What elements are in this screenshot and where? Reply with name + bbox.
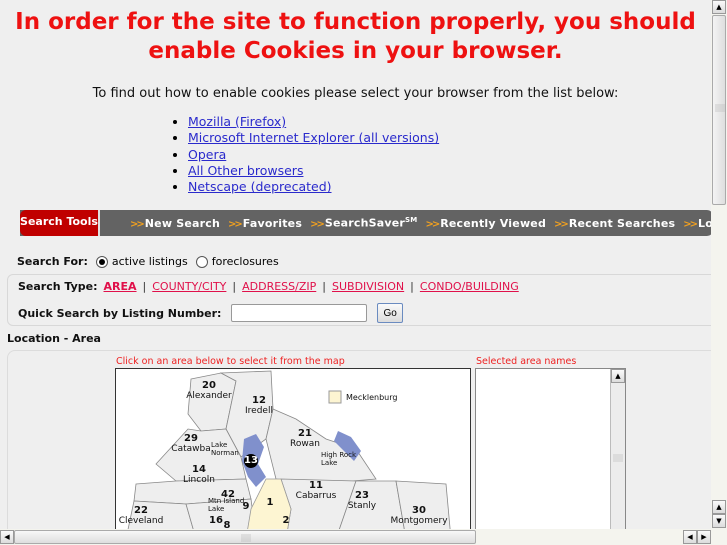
browser-list: Mozilla (Firefox) Microsoft Internet Exp…: [170, 114, 439, 195]
nav-recently-viewed[interactable]: >> Recently Viewed: [425, 217, 546, 230]
browser-list-item: Mozilla (Firefox): [188, 114, 439, 130]
radio-foreclosures[interactable]: [195, 255, 208, 268]
link-firefox[interactable]: Mozilla (Firefox): [188, 114, 286, 129]
search-for-label: Search For:: [17, 255, 88, 268]
map-area-label[interactable]: 23 Stanly: [332, 491, 392, 512]
browser-list-item: Microsoft Internet Explorer (all version…: [188, 130, 439, 146]
link-netscape[interactable]: Netscape (deprecated): [188, 179, 332, 194]
search-type-area[interactable]: AREA: [104, 280, 137, 293]
scroll-left-icon[interactable]: ◀: [683, 530, 697, 544]
page-horizontal-scrollbar[interactable]: ◀ ◀ ▶: [0, 529, 727, 545]
scroll-up-icon[interactable]: ▲: [712, 0, 726, 14]
scroll-down-icon[interactable]: ▼: [712, 514, 726, 528]
selected-areas-hint: Selected area names: [476, 356, 577, 367]
page-viewport: In order for the site to function proper…: [0, 0, 711, 529]
nav-login[interactable]: >>Login: [683, 217, 711, 230]
search-type-address-zip[interactable]: ADDRESS/ZIP: [242, 280, 316, 293]
map-area-label[interactable]: 8: [197, 521, 257, 530]
selected-list-scrollbar[interactable]: ▲: [610, 369, 625, 529]
nav-searchsaver[interactable]: >> SearchSaverSM: [310, 216, 417, 230]
nav-label: Recent Searches: [568, 216, 676, 230]
service-mark: SM: [405, 216, 418, 225]
radio-active-listings[interactable]: [95, 255, 108, 268]
toolbar-nav: >> New Search >> Favorites >> SearchSaverSM…: [130, 210, 711, 236]
search-tools-tab[interactable]: Search Tools: [20, 210, 100, 236]
page-vertical-thumb[interactable]: [712, 15, 726, 205]
arrow-icon: >>: [310, 218, 325, 230]
link-other-browsers[interactable]: All Other browsers: [188, 163, 303, 178]
map-hint: Click on an area below to select it from…: [116, 356, 345, 367]
scroll-up-icon[interactable]: ▲: [611, 369, 625, 383]
search-toolbar: Search Tools >> New Search >> Favorites >>…: [20, 210, 711, 236]
browser-list-item: All Other browsers: [188, 163, 439, 179]
nav-favorites[interactable]: >> Favorites: [228, 217, 302, 230]
scroll-left-icon[interactable]: ◀: [0, 530, 14, 544]
radio-label-foreclosures: foreclosures: [211, 255, 279, 268]
search-type-subdivision[interactable]: SUBDIVISION: [332, 280, 404, 293]
map-area-label[interactable]: 14 Lincoln: [169, 465, 229, 486]
separator: |: [322, 280, 326, 293]
nav-label: SearchSaver: [324, 216, 406, 230]
selected-areas-list[interactable]: ▲: [475, 368, 626, 529]
scroll-grip-icon: [715, 104, 725, 112]
location-area-title: Location - Area: [7, 332, 101, 345]
scroll-grip-icon: [613, 454, 623, 462]
quick-search-row: Quick Search by Listing Number: Go: [18, 303, 403, 323]
browser-list-item: Netscape (deprecated): [188, 179, 439, 195]
lake-label: Mtn Island Lake: [208, 497, 245, 513]
link-opera[interactable]: Opera: [188, 147, 226, 162]
page-vertical-scrollbar[interactable]: ▲ ▲ ▼: [711, 0, 727, 529]
nav-new-search[interactable]: >> New Search: [130, 217, 220, 230]
map-area-label[interactable]: 22 Cleveland: [116, 506, 171, 527]
nav-label: Favorites: [242, 216, 303, 230]
cookie-instruction: To find out how to enable cookies please…: [92, 86, 619, 101]
arrow-icon: >>: [130, 218, 145, 230]
listing-number-input[interactable]: [231, 304, 368, 322]
separator: |: [410, 280, 414, 293]
arrow-icon: >>: [554, 218, 569, 230]
browser-list-item: Opera: [188, 147, 439, 163]
search-type-row: Search Type: AREA | COUNTY/CITY | ADDRES…: [18, 280, 519, 293]
nav-recent-searches[interactable]: >> Recent Searches: [554, 217, 675, 230]
mecklenburg-legend-label: Mecklenburg: [346, 393, 398, 402]
go-button[interactable]: Go: [377, 303, 403, 323]
nav-label: Login: [698, 216, 711, 230]
area-map[interactable]: 20 Alexander 12 Iredell 29 Catawba 21 Rowan 14 Li…: [115, 368, 471, 529]
arrow-icon: >>: [228, 218, 243, 230]
search-type-condo-building[interactable]: CONDO/BUILDING: [420, 280, 519, 293]
arrow-icon: >>: [425, 218, 440, 230]
cookie-warning-headline: In order for the site to function proper…: [15, 9, 696, 64]
map-area-label[interactable]: 21 Rowan: [275, 429, 335, 450]
search-type-county-city[interactable]: COUNTY/CITY: [152, 280, 226, 293]
separator: |: [142, 280, 147, 293]
map-area-label[interactable]: 2: [256, 516, 316, 526]
scroll-grip-icon: [241, 534, 251, 542]
search-type-label: Search Type:: [18, 280, 98, 293]
map-area-label[interactable]: 13: [221, 456, 281, 466]
radio-label-active-listings: active listings: [111, 255, 188, 268]
scroll-up-icon[interactable]: ▲: [712, 500, 726, 514]
map-area-label[interactable]: 30 Montgomery: [389, 506, 449, 527]
link-internet-explorer[interactable]: Microsoft Internet Explorer (all version…: [188, 130, 439, 145]
separator: |: [232, 280, 237, 293]
arrow-icon: >>: [683, 218, 698, 230]
quick-search-label: Quick Search by Listing Number:: [18, 306, 222, 320]
search-type-panel: Search Type: AREA | COUNTY/CITY | ADDRES…: [7, 274, 711, 326]
lake-label: High Rock Lake: [321, 451, 357, 467]
nav-label: New Search: [144, 216, 221, 230]
map-area-label[interactable]: 12 Iredell: [229, 396, 289, 417]
map-area-label[interactable]: 1: [240, 498, 300, 508]
lake-label: Lake Norman: [211, 441, 239, 457]
page-horizontal-thumb[interactable]: [14, 530, 476, 544]
search-for-row: Search For: active listings foreclosures: [17, 255, 279, 268]
scroll-right-icon[interactable]: ▶: [697, 530, 711, 544]
nav-label: Recently Viewed: [440, 216, 547, 230]
mecklenburg-legend-swatch: [328, 390, 342, 404]
